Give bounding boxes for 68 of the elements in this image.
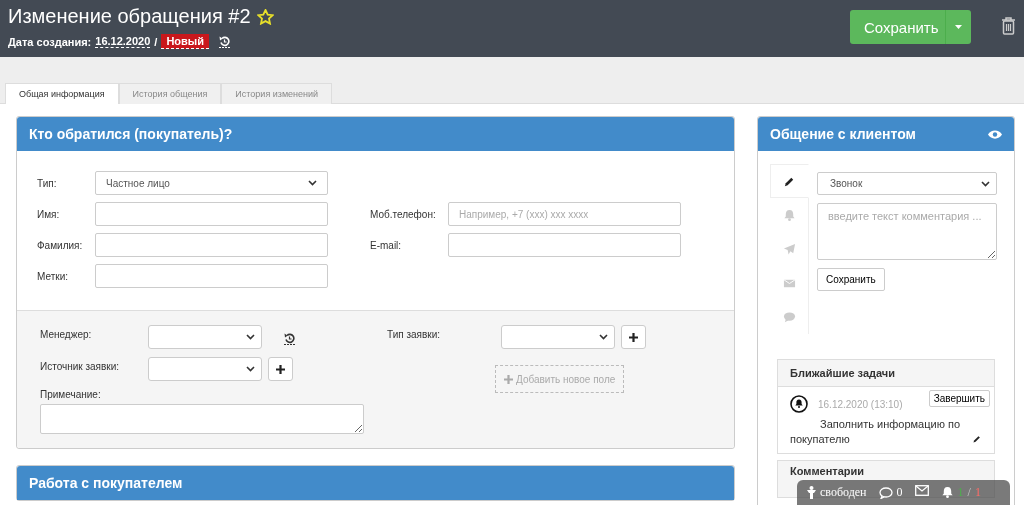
field-label: Моб.телефон: [370, 208, 437, 220]
bell-icon [782, 208, 796, 222]
comment-field[interactable]: введите текст комментария ... [817, 203, 997, 260]
task-date: 16.12.2020 (13:10) [818, 398, 903, 410]
caret-icon [981, 180, 990, 187]
bell-icon[interactable] [940, 486, 954, 499]
plus-icon [504, 374, 513, 384]
caret-icon [599, 334, 608, 340]
plane-icon [782, 242, 796, 256]
text-input[interactable] [95, 264, 328, 288]
caret-icon [246, 366, 255, 372]
text-input[interactable] [95, 202, 328, 226]
add-button[interactable] [621, 325, 646, 349]
field-label: Тип заявки: [387, 328, 442, 340]
text-input[interactable] [95, 233, 328, 257]
text-input[interactable]: Например, +7 (xxx) xxx xxxx [448, 202, 681, 226]
mail-icon [782, 276, 796, 290]
caret-icon [246, 334, 255, 340]
chat-icon [782, 310, 796, 324]
panel-title: Комментарии [790, 464, 865, 477]
page-title: Изменение обращения #2 [8, 5, 251, 28]
created-label: Дата создания: [8, 35, 92, 48]
task-text: Заполнить информацию по покупателю [790, 417, 962, 448]
created-date[interactable]: 16.12.2020 [95, 35, 151, 48]
caret-icon [308, 180, 317, 186]
mail-icon[interactable] [914, 485, 929, 496]
status-text[interactable]: свободен [820, 485, 867, 500]
panel-title: Кто обратился (покупатель)? [29, 126, 233, 142]
field-label: Менеджер: [40, 328, 93, 340]
pencil-icon[interactable] [972, 433, 982, 444]
field-label: Фамилия: [37, 239, 84, 251]
separator: / [967, 485, 971, 500]
type-select[interactable] [501, 325, 615, 349]
type-select[interactable]: Частное лицо [95, 171, 328, 195]
channel-select[interactable]: Звонок [817, 172, 997, 195]
total-count: 1 [974, 485, 981, 500]
text-input[interactable] [448, 233, 681, 257]
note-field[interactable] [40, 404, 364, 434]
field-label: Примечание: [40, 389, 102, 400]
manager-select[interactable] [148, 325, 262, 349]
field-label: Источник заявки: [40, 360, 121, 372]
separator: / [154, 35, 158, 48]
eye-icon[interactable] [988, 129, 1002, 139]
bell-icon [790, 395, 808, 413]
message-count: 0 [896, 485, 903, 500]
tasks-header: Ближайшие задачи [778, 360, 994, 387]
save-button[interactable]: Сохранить [817, 268, 885, 291]
tab[interactable]: Общая информация [5, 83, 119, 104]
plus-icon [276, 364, 285, 374]
panel-title: Общение с клиентом [770, 126, 916, 142]
trash-icon[interactable] [1001, 16, 1016, 35]
status-badge[interactable]: Новый [161, 34, 209, 49]
field-label: Имя: [37, 208, 61, 220]
field-label: E-mail: [370, 239, 403, 251]
source-select[interactable] [148, 357, 262, 381]
add-button[interactable] [268, 357, 293, 381]
caret-icon [955, 25, 962, 29]
history-icon[interactable] [284, 332, 295, 345]
field-label: Тип: [37, 177, 58, 189]
panel-title: Работа с покупателем [29, 475, 183, 491]
channel-tab[interactable] [770, 164, 809, 198]
star-icon[interactable] [256, 8, 274, 25]
dropdown-button[interactable] [945, 10, 971, 44]
field-label: Метки: [37, 270, 69, 282]
plus-icon [629, 332, 638, 342]
complete-button[interactable]: Завершить [928, 390, 990, 407]
chat-icon[interactable] [878, 486, 893, 499]
person-icon [807, 486, 816, 499]
